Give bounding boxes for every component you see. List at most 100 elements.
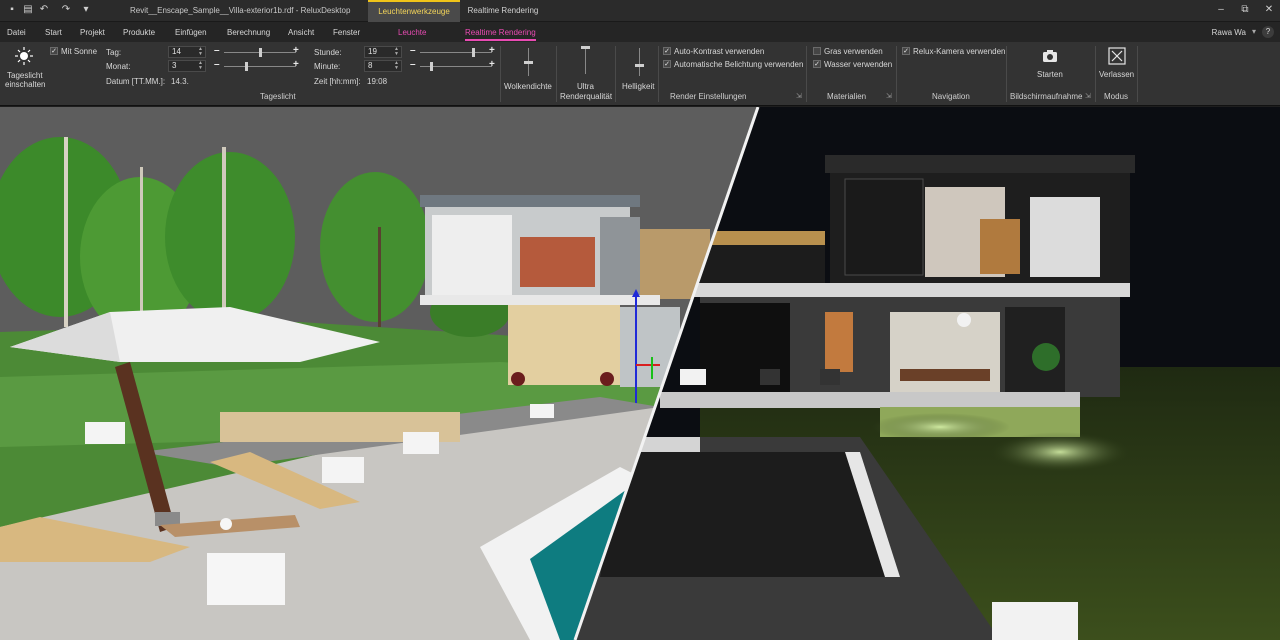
tag-plus-button[interactable]: + [293,45,299,56]
menu-leuchte[interactable]: Leuchte [398,28,426,37]
wolkendichte-slider[interactable] [524,48,533,76]
renderqualitaet-slider[interactable] [581,46,590,74]
ribbon-separator [806,46,807,102]
tag-spinner[interactable]: 14 ▲ ▼ [168,46,206,58]
tag-slider-thumb[interactable] [259,48,262,57]
verlassen-label: Verlassen [1099,70,1135,79]
menu-projekt[interactable]: Projekt [80,28,105,37]
auto-belichtung-label: Automatische Belichtung verwenden [674,60,804,69]
mit-sonne-label: Mit Sonne [61,47,98,56]
stunde-plus-button[interactable]: + [489,45,495,56]
minimize-button[interactable]: – [1214,3,1228,17]
menu-realtime-rendering[interactable]: Realtime Rendering [465,28,536,41]
ribbon-separator [1095,46,1096,102]
tageslicht-button-label-2: einschalten [5,80,46,89]
ribbon-separator [658,46,659,102]
exit-icon [1108,47,1126,65]
navigation-group-label: Navigation [932,92,970,101]
redo-icon[interactable]: ↷ [60,4,72,16]
spinner-arrows-icon[interactable]: ▲ ▼ [394,47,400,57]
user-name[interactable]: Rawa Wa [1212,28,1246,37]
wasser-label: Wasser verwenden [824,60,893,69]
monat-minus-button[interactable]: – [214,59,220,70]
context-tab-realtime-rendering[interactable]: Realtime Rendering [460,0,546,22]
minute-value: 8 [368,61,373,70]
minute-slider-thumb[interactable] [430,62,433,71]
helligkeit-slider-thumb[interactable] [635,64,644,67]
camera-icon [1043,50,1057,62]
wasser-checkbox[interactable]: ✓ [813,60,821,68]
save-icon[interactable]: ▪ [6,4,18,16]
starten-button[interactable]: Starten [1030,48,1070,84]
bildschirmaufnahme-group-label: Bildschirmaufnahme [1010,92,1083,101]
tag-minus-button[interactable]: – [214,45,220,56]
monat-slider[interactable] [224,62,296,71]
menu-produkte[interactable]: Produkte [123,28,155,37]
context-tab-leuchtenwerkzeuge[interactable]: Leuchtenwerkzeuge [368,0,460,22]
materialien-launcher-icon[interactable]: ⇲ [886,92,892,100]
renderqualitaet-slider-thumb[interactable] [581,46,590,49]
render-einstellungen-launcher-icon[interactable]: ⇲ [796,92,802,100]
sun-icon [15,47,33,65]
stunde-minus-button[interactable]: – [410,45,416,56]
spinner-arrows-icon[interactable]: ▲ ▼ [394,61,400,71]
menu-berechnung[interactable]: Berechnung [227,28,270,37]
minute-label: Minute: [314,62,341,71]
auto-kontrast-label: Auto-Kontrast verwenden [674,47,765,56]
gras-checkbox[interactable] [813,47,821,55]
stunde-slider[interactable] [420,48,492,57]
relux-kamera-checkbox[interactable]: ✓ [902,47,910,55]
menu-start[interactable]: Start [45,28,62,37]
document-title: Revit__Enscape_Sample__Villa-exterior1b.… [130,6,351,15]
ribbon-separator [500,46,501,102]
tag-slider[interactable] [224,48,296,57]
render-viewport[interactable] [0,107,1280,640]
mit-sonne-checkbox[interactable]: ✓ [50,47,58,55]
customize-icon[interactable]: ▾ [80,4,92,16]
tageslicht-toggle-button[interactable]: Tageslicht einschalten [3,45,45,89]
ribbon-separator [1137,46,1138,102]
helligkeit-slider[interactable] [635,48,644,76]
minute-plus-button[interactable]: + [489,59,495,70]
ribbon-separator [896,46,897,102]
starten-label: Starten [1037,70,1063,79]
menu-datei[interactable]: Datei [7,28,26,37]
print-icon[interactable]: ▤ [22,4,34,16]
menu-ansicht[interactable]: Ansicht [288,28,314,37]
monat-spinner[interactable]: 3 ▲ ▼ [168,60,206,72]
scene-render [0,107,1280,640]
auto-belichtung-checkbox[interactable]: ✓ [663,60,671,68]
maximize-button[interactable]: ⧉ [1238,3,1252,17]
helligkeit-label: Helligkeit [622,82,655,91]
wolkendichte-slider-thumb[interactable] [524,61,533,64]
modus-group-label: Modus [1104,92,1129,101]
zeit-value: 19:08 [367,77,388,86]
monat-plus-button[interactable]: + [293,59,299,70]
ribbon-separator [556,46,557,102]
auto-kontrast-checkbox[interactable]: ✓ [663,47,671,55]
undo-icon[interactable]: ↶ [38,4,50,16]
stunde-slider-thumb[interactable] [472,48,475,57]
monat-slider-thumb[interactable] [245,62,248,71]
spinner-arrows-icon[interactable]: ▲ ▼ [198,61,204,71]
zeit-label: Zeit [hh:mm]: [314,77,361,86]
menu-fenster[interactable]: Fenster [333,28,360,37]
title-bar: ▪ ▤ ↶ ↷ ▾ Revit__Enscape_Sample__Villa-e… [0,0,1280,22]
bildschirmaufnahme-launcher-icon[interactable]: ⇲ [1085,92,1091,100]
gras-label: Gras verwenden [824,47,883,56]
user-dropdown-icon[interactable]: ▾ [1252,27,1256,36]
spinner-arrows-icon[interactable]: ▲ ▼ [198,47,204,57]
stunde-spinner[interactable]: 19 ▲ ▼ [364,46,402,58]
minute-spinner[interactable]: 8 ▲ ▼ [364,60,402,72]
render-einstellungen-group-label: Render Einstellungen [670,92,747,101]
menu-bar: Datei Start Projekt Produkte Einfügen Be… [0,22,1280,42]
stunde-value: 19 [368,47,377,56]
monat-value: 3 [172,61,177,70]
verlassen-button[interactable]: Verlassen [1098,47,1136,83]
minute-slider[interactable] [420,62,492,71]
stunde-label: Stunde: [314,48,342,57]
minute-minus-button[interactable]: – [410,59,416,70]
menu-einfuegen[interactable]: Einfügen [175,28,207,37]
help-icon[interactable]: ? [1262,26,1274,38]
close-window-button[interactable]: ✕ [1262,3,1276,17]
